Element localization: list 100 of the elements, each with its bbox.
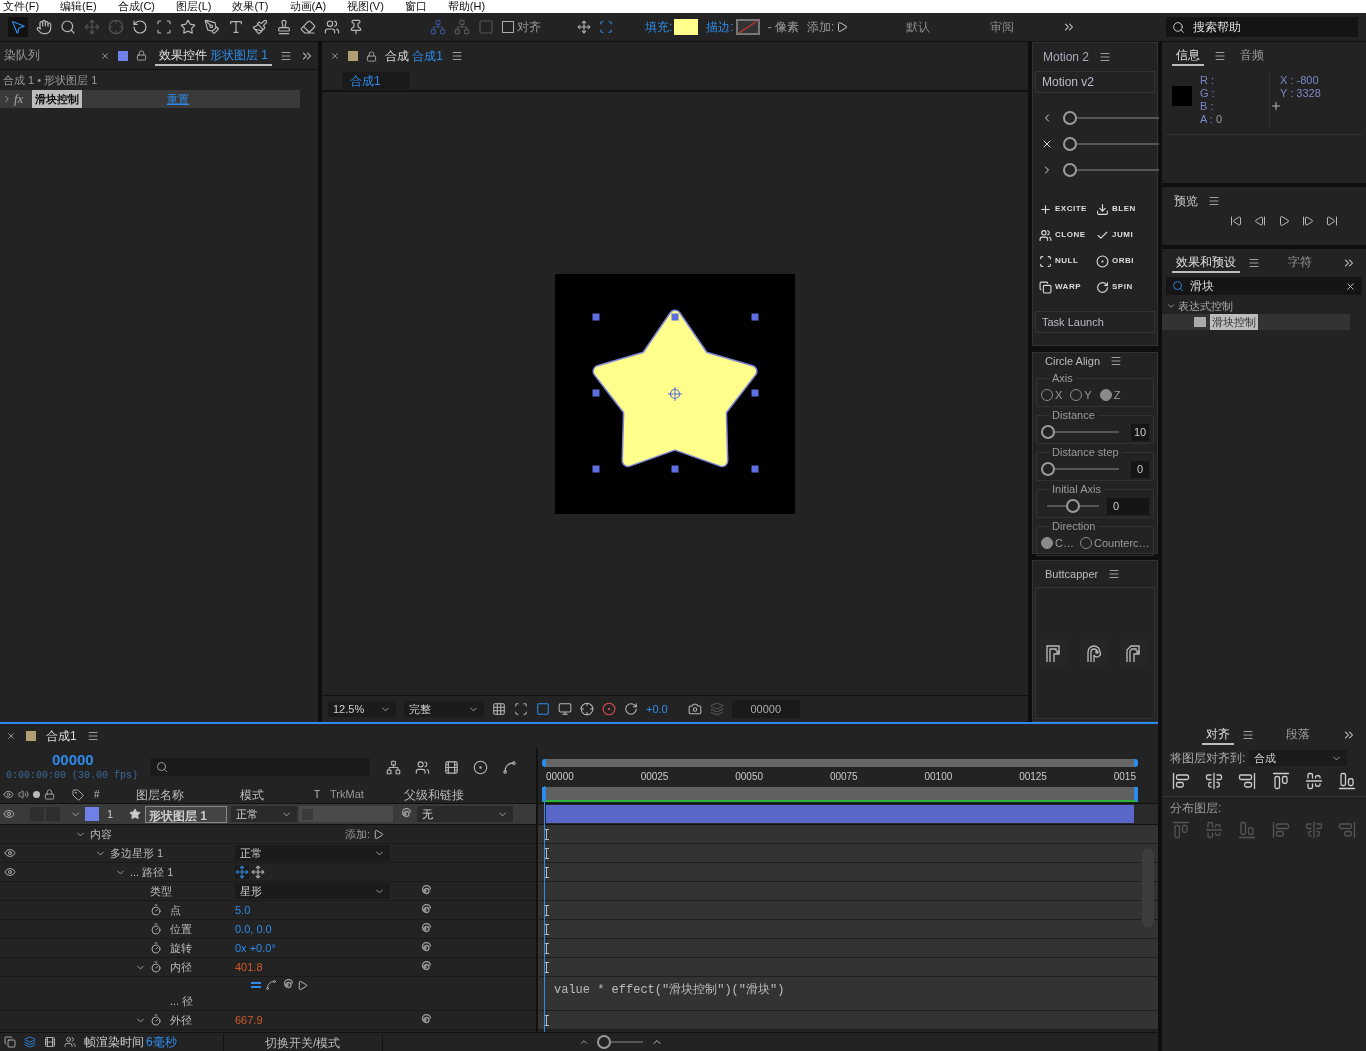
effects-search-field[interactable]: 滑块 <box>1166 277 1362 295</box>
dropdown[interactable]: 12.5% <box>328 701 396 717</box>
pick-whip-icon[interactable] <box>399 808 411 820</box>
selection-tool-icon[interactable] <box>10 19 26 35</box>
current-time[interactable]: 00000 <box>52 751 146 768</box>
property-row[interactable]: 外径 667.9 <box>0 1011 536 1030</box>
number-field[interactable]: 0 <box>1107 497 1149 515</box>
path-direction-icon[interactable] <box>251 865 265 879</box>
more-icon[interactable] <box>1342 256 1356 270</box>
transparency-grid-icon[interactable] <box>536 702 550 716</box>
motion-tool-button[interactable]: WARP <box>1039 279 1094 295</box>
stopwatch-icon[interactable] <box>150 923 162 935</box>
layer-name[interactable]: 形状图层 1 <box>145 805 227 823</box>
property-row[interactable]: 多边星形 1 正常 <box>0 844 536 863</box>
motion-tool-button[interactable]: CLONE <box>1039 227 1094 243</box>
property-row[interactable]: ... 路径 1 <box>0 863 536 882</box>
slider[interactable] <box>596 1035 643 1049</box>
menu-icon[interactable] <box>1208 195 1220 207</box>
play-icon[interactable] <box>1278 215 1290 227</box>
pick-whip-icon[interactable] <box>419 923 431 935</box>
property-value[interactable]: 0x +0.0° <box>235 939 276 957</box>
layer-switches-icon[interactable] <box>24 1036 36 1048</box>
stopwatch-icon[interactable] <box>150 904 162 916</box>
menu-item[interactable]: 图层(L) <box>176 1 212 12</box>
selection-handle[interactable] <box>671 313 679 320</box>
panel-tab[interactable]: 段落 <box>1282 725 1314 745</box>
expression-menu-icon[interactable] <box>297 979 308 991</box>
property-row[interactable]: 类型 星形 <box>0 882 536 901</box>
motion-tool-button[interactable]: EXCITE <box>1039 201 1094 217</box>
toggle-switches-button[interactable]: 切换开关/模式 <box>222 1033 383 1051</box>
label-color-swatch[interactable] <box>85 807 99 821</box>
property-value[interactable]: 0.0, 0.0 <box>235 920 272 938</box>
previous-frame-icon[interactable] <box>1254 215 1266 227</box>
motion-tool-button[interactable]: NULL <box>1039 253 1094 269</box>
align-icon[interactable] <box>1304 772 1323 790</box>
property-row[interactable]: 点 5.0 <box>0 901 536 920</box>
menu-item[interactable]: 效果(T) <box>232 1 269 12</box>
menu-icon[interactable] <box>1242 729 1254 741</box>
menu-icon[interactable] <box>280 49 292 62</box>
dropdown[interactable]: 正常 <box>231 806 297 822</box>
property-value[interactable]: 401.8 <box>235 958 263 976</box>
motion-blur-icon[interactable] <box>473 759 488 775</box>
exposure-value[interactable]: +0.0 <box>646 700 668 718</box>
slider-thumb[interactable] <box>596 1035 611 1049</box>
stroke-width[interactable]: - 像素 <box>767 18 800 36</box>
column-header[interactable]: 图层名称 <box>136 785 240 804</box>
first-frame-icon[interactable] <box>1230 215 1242 227</box>
motion-tool-button[interactable]: SPIN <box>1096 279 1151 295</box>
snap-checkbox[interactable] <box>502 21 514 33</box>
timecode-field[interactable]: 00000 <box>731 700 800 718</box>
cross-icon[interactable] <box>1041 138 1053 150</box>
number-field[interactable]: 10 <box>1131 423 1149 441</box>
menu-item[interactable]: 编辑(E) <box>60 1 97 12</box>
menu-item[interactable]: 动画(A) <box>289 1 327 12</box>
frame-blending-icon[interactable] <box>444 759 459 775</box>
color-channels-icon[interactable] <box>602 702 616 716</box>
dropdown[interactable]: 完整 <box>404 701 484 717</box>
menu-icon[interactable] <box>1099 51 1112 63</box>
column-header[interactable]: T <box>314 787 330 802</box>
slider[interactable] <box>1063 163 1159 177</box>
dropdown[interactable]: 正常 <box>235 845 390 861</box>
slider[interactable] <box>1041 425 1119 439</box>
menu-item[interactable]: 帮助(H) <box>447 1 486 12</box>
property-row[interactable]: 内容 添加: <box>0 825 536 844</box>
property-row[interactable]: 旋转 0x +0.0° <box>0 939 536 958</box>
search-input[interactable]: 搜索帮助 <box>1193 18 1343 36</box>
align-icon[interactable] <box>1172 772 1190 790</box>
visibility-icon[interactable] <box>4 847 16 859</box>
pick-whip-icon[interactable] <box>419 885 431 897</box>
menu-icon[interactable] <box>86 730 99 742</box>
slider-thumb[interactable] <box>1063 137 1077 151</box>
align-icon[interactable] <box>1337 772 1356 790</box>
panel-tab[interactable]: 效果控件 形状图层 1 <box>154 45 272 66</box>
pick-whip-icon[interactable] <box>419 942 431 954</box>
close-icon[interactable] <box>6 731 16 741</box>
panel-tab[interactable]: 合成 合成1 <box>385 47 444 65</box>
menu-item[interactable]: 合成(C) <box>117 1 155 12</box>
graph-editor-icon[interactable] <box>502 759 517 775</box>
align-icon[interactable] <box>1271 772 1290 790</box>
chevron-icon[interactable] <box>2 94 12 104</box>
selection-handle[interactable] <box>751 465 759 472</box>
menu-icon[interactable] <box>1214 50 1226 62</box>
visibility-icon[interactable] <box>3 808 15 820</box>
chevron-icon[interactable] <box>1166 301 1176 311</box>
region-icon[interactable] <box>514 702 528 716</box>
motion-tool-button[interactable]: JUMI <box>1096 227 1151 243</box>
dropdown[interactable]: 合成 <box>1249 750 1348 766</box>
align-icon[interactable] <box>1238 772 1257 790</box>
add-menu-icon[interactable] <box>373 828 385 840</box>
solo-icon[interactable] <box>33 791 40 798</box>
property-value[interactable]: 667.9 <box>235 1011 263 1029</box>
snap-target-icon[interactable] <box>599 20 613 34</box>
pen-tool-icon[interactable] <box>204 19 220 35</box>
slider-thumb[interactable] <box>1041 425 1055 439</box>
display-icon[interactable] <box>558 702 572 716</box>
anchor-point-icon[interactable] <box>667 386 683 401</box>
effect-row[interactable]: fx 滑块控制 重置 <box>0 90 300 108</box>
slider[interactable] <box>1047 499 1099 513</box>
lock-icon[interactable] <box>44 789 55 800</box>
selection-handle[interactable] <box>751 313 759 320</box>
